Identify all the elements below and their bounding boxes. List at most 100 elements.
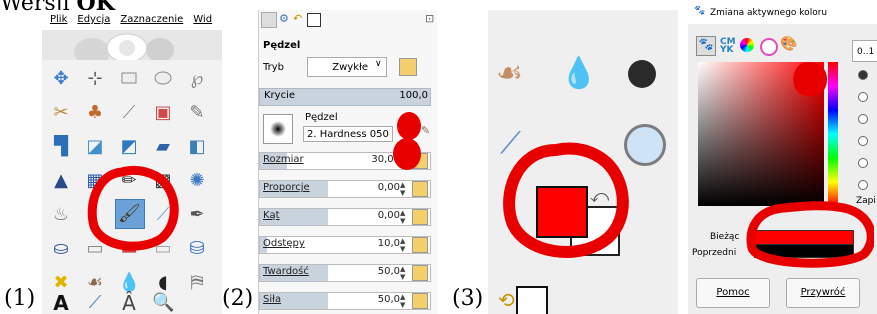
wand-icon[interactable]: ⟋ <box>118 102 140 124</box>
brush-label: Pędzel <box>305 112 338 123</box>
menu-bar: Plik Edycja Zaznaczenie Wid <box>42 10 222 30</box>
radio-2[interactable] <box>858 92 868 102</box>
opacity-value: 100,0 <box>399 90 428 101</box>
annotation-circle <box>87 165 179 251</box>
menu-select[interactable]: Zaznaczenie <box>120 14 183 25</box>
angle-value: 0,00 <box>377 210 400 221</box>
annotation-blob <box>393 112 421 170</box>
radio-1[interactable] <box>858 70 868 80</box>
annotation-circle <box>746 201 874 268</box>
menu-edit[interactable]: Edycja <box>77 14 110 25</box>
tab-palette-icon[interactable]: 🎨 <box>780 36 797 52</box>
radio-6[interactable] <box>858 180 868 190</box>
aspect-reset-icon[interactable] <box>412 181 428 197</box>
hardness-slider[interactable]: Twardość 50,0 ▲ ▼ <box>259 264 431 282</box>
current-label: Bieżąc <box>710 232 740 242</box>
force-label: Siła <box>263 294 282 305</box>
tool-title: Pędzel <box>263 40 301 51</box>
mini-swatch[interactable] <box>516 286 548 314</box>
caption-1: (1) <box>4 286 36 311</box>
rotate-icon[interactable]: ◪ <box>84 136 106 158</box>
force-spin[interactable]: ▲ ▼ <box>400 293 410 309</box>
opacity-slider[interactable]: Krycie 100,0 <box>259 88 431 106</box>
menu-view[interactable]: Wid <box>193 14 212 25</box>
wilber-banner <box>42 30 222 66</box>
panel-menu-icon[interactable]: ⊡ <box>425 12 434 25</box>
brush-name[interactable]: 2. Hardness 050 <box>303 126 393 142</box>
bucket-icon[interactable]: ⛁ <box>186 238 208 260</box>
bucket-fill-icon[interactable]: ▲ <box>50 170 72 192</box>
spacing-reset-icon[interactable] <box>412 237 428 253</box>
text-icon[interactable]: A <box>50 292 72 314</box>
perspective-icon[interactable]: ◧ <box>186 136 208 158</box>
dialog-title: Zmiana aktywnego koloru <box>710 8 828 18</box>
scissors-icon[interactable]: ✂ <box>50 102 72 124</box>
free-select-icon[interactable]: ℘ <box>186 68 208 90</box>
force-reset-icon[interactable] <box>412 293 428 309</box>
toolbox-panel: Plik Edycja Zaznaczenie Wid ✥ ⊹ ℘ ✂ ♣ ⟋ ▣ ✎… <box>42 10 222 314</box>
crop-icon[interactable]: ▜ <box>50 136 72 158</box>
dodge-large-icon <box>628 60 656 88</box>
ellipse-select-icon[interactable] <box>152 68 174 90</box>
spacing-slider[interactable]: Odstępy 10,0 ▲ ▼ <box>259 236 431 254</box>
angle-reset-icon[interactable] <box>412 209 428 225</box>
smudge-large-icon: ☙ <box>496 56 523 91</box>
picker-icon[interactable]: ⟋ <box>84 292 106 314</box>
spacing-spin[interactable]: ▲ ▼ <box>400 237 410 253</box>
clone-icon[interactable]: ⛀ <box>50 238 72 260</box>
scale-icon[interactable]: ◩ <box>118 136 140 158</box>
tab-device-icon[interactable]: ⚙ <box>279 12 289 25</box>
help-button[interactable]: Pomoc <box>696 278 770 308</box>
tab-images-icon[interactable] <box>307 13 321 27</box>
help-button-label: Pomoc <box>716 287 750 298</box>
fuzzy-select-icon[interactable]: ♣ <box>84 102 106 124</box>
radio-4[interactable] <box>858 136 868 146</box>
tab-circle-icon[interactable] <box>760 38 778 56</box>
hardness-label: Twardość <box>263 266 309 277</box>
annotation-circle <box>503 142 629 258</box>
radio-3[interactable] <box>858 114 868 124</box>
brush-preview[interactable] <box>263 114 293 144</box>
force-value: 50,0 <box>377 294 400 305</box>
move-icon[interactable]: ✥ <box>50 68 72 90</box>
ink-icon[interactable]: ✒ <box>186 204 208 226</box>
paths-icon[interactable]: ✎ <box>186 102 208 124</box>
reset-mode-icon[interactable] <box>399 58 417 76</box>
hardness-reset-icon[interactable] <box>412 265 428 281</box>
hardness-spin[interactable]: ▲ ▼ <box>400 265 410 281</box>
size-label: Rozmiar <box>263 154 304 165</box>
shear-icon[interactable]: ▰ <box>152 136 174 158</box>
tab-cmyk[interactable]: CM YK <box>720 38 736 55</box>
opacity-label: Krycie <box>264 90 296 101</box>
zoom-icon[interactable]: 🔍 <box>152 292 174 314</box>
caption-2: (2) <box>222 286 254 311</box>
default-colors-icon[interactable]: ⟲ <box>498 288 515 312</box>
dodge-icon[interactable]: ♨ <box>50 204 72 226</box>
aspect-slider[interactable]: Proporcje 0,00 ▲ ▼ <box>259 180 431 198</box>
heal-icon[interactable]: ✺ <box>186 170 208 192</box>
angle-label: Kąt <box>263 210 280 221</box>
smudge2-icon[interactable]: ☙ <box>84 272 106 294</box>
rect-select-icon[interactable] <box>118 68 140 90</box>
tab-wheel-icon[interactable] <box>740 38 754 52</box>
aspect-spin[interactable]: ▲ ▼ <box>400 181 410 197</box>
force-slider[interactable]: Siła 50,0 ▲ ▼ <box>259 292 431 310</box>
angle-spin[interactable]: ▲ ▼ <box>400 209 410 225</box>
tab-tool-options[interactable] <box>261 12 277 28</box>
align-icon[interactable]: ⊹ <box>84 68 106 90</box>
tool-options-panel: ⚙ ↶ ⊡ Pędzel Tryb Zwykłe ∨ Krycie 100,0 … <box>258 10 437 314</box>
tab-undo-icon[interactable]: ↶ <box>293 12 302 25</box>
reset-button-label: Przywróć <box>800 287 846 298</box>
color-select-icon[interactable]: ▣ <box>152 102 174 124</box>
tab-gimp-selector[interactable]: 🐾 <box>696 36 716 56</box>
caption-3: (3) <box>452 286 484 311</box>
brush-dot-icon[interactable]: ◖ <box>152 272 174 294</box>
range-toggle[interactable]: 0..1 <box>852 40 877 62</box>
reset-button[interactable]: Przywróć <box>786 278 860 308</box>
menu-file[interactable]: Plik <box>50 14 67 25</box>
measure-icon[interactable]: Â <box>118 292 140 314</box>
angle-slider[interactable]: Kąt 0,00 ▲ ▼ <box>259 208 431 226</box>
aspect-label: Proporcje <box>263 182 310 193</box>
radio-5[interactable] <box>858 158 868 168</box>
fill-icon[interactable]: ⛿ <box>186 272 208 294</box>
